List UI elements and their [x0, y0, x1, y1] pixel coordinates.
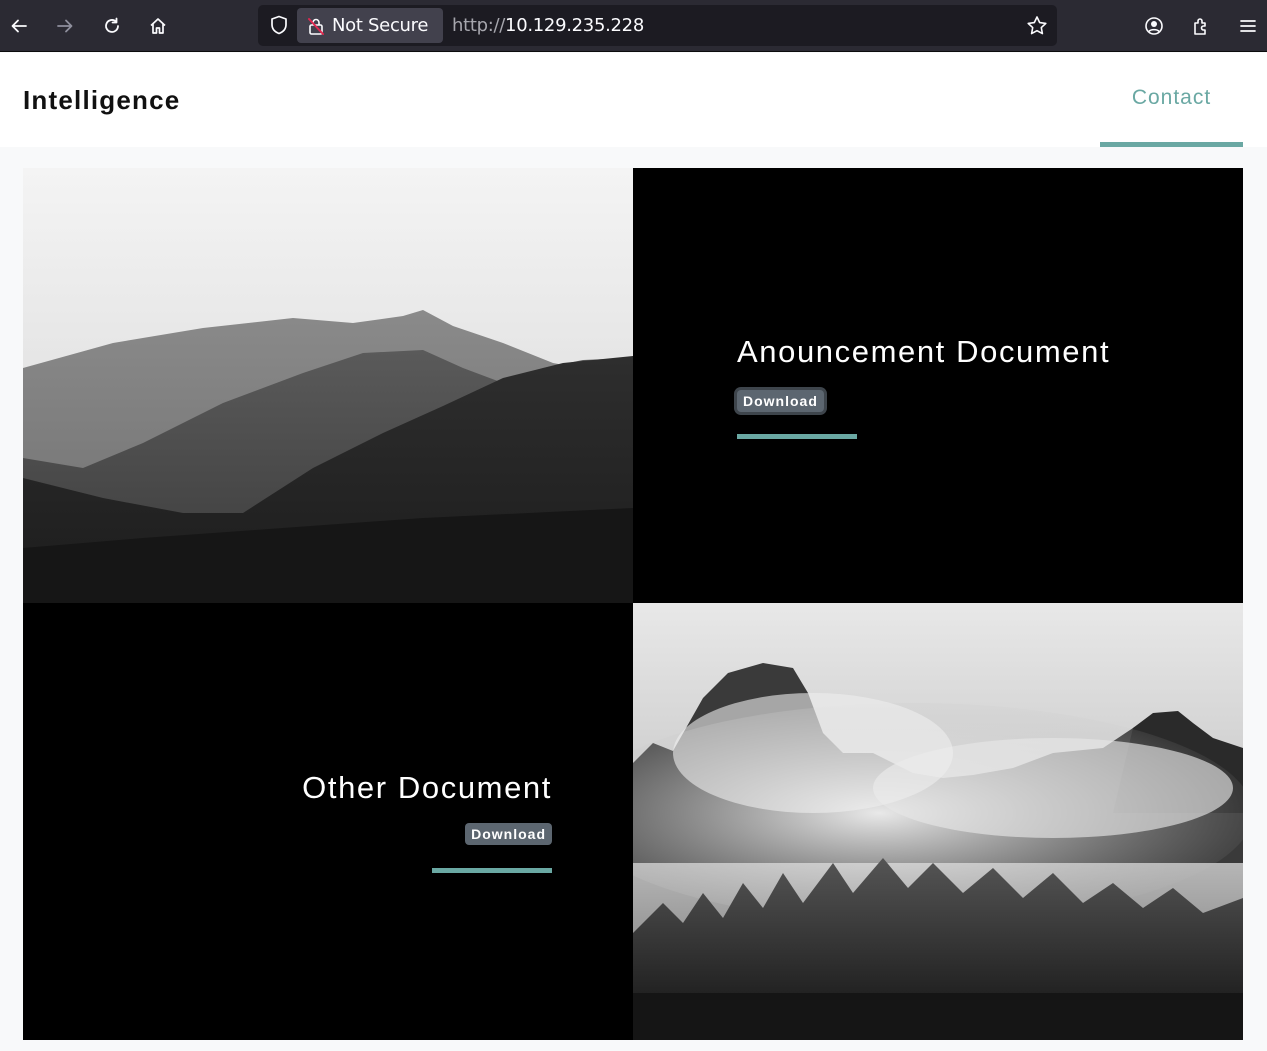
site-security-indicator[interactable]: Not Secure — [297, 8, 443, 43]
download-button[interactable]: Download — [465, 823, 552, 845]
lock-icon — [308, 17, 324, 35]
account-icon[interactable] — [1138, 10, 1170, 42]
document-grid: Anouncement Document Download Other Docu… — [23, 168, 1243, 1040]
document-title: Anouncement Document — [737, 334, 1111, 369]
nav-contact-link[interactable]: Contact — [1100, 53, 1243, 147]
back-icon[interactable] — [3, 10, 35, 42]
document-title: Other Document — [302, 770, 552, 805]
site-brand[interactable]: Intelligence — [23, 85, 180, 116]
bookmark-star-icon[interactable] — [1025, 14, 1049, 38]
other-document: Other Document Download — [302, 770, 552, 873]
accent-divider — [432, 868, 552, 873]
home-icon[interactable] — [142, 10, 174, 42]
accent-divider — [737, 434, 857, 439]
foggy-mountain-image — [633, 603, 1243, 1040]
mountain-ridges-image — [23, 168, 633, 603]
extensions-icon[interactable] — [1185, 10, 1217, 42]
site-header: Intelligence Contact — [0, 53, 1267, 147]
menu-icon[interactable] — [1232, 10, 1264, 42]
url-text[interactable]: http://10.129.235.228 — [452, 15, 644, 36]
browser-toolbar: Not Secure http://10.129.235.228 — [0, 0, 1267, 52]
security-label: Not Secure — [332, 15, 429, 36]
shield-icon[interactable] — [268, 14, 290, 36]
other-document-panel: Other Document Download — [23, 603, 633, 1040]
url-bar[interactable]: Not Secure http://10.129.235.228 — [258, 5, 1057, 46]
reload-icon[interactable] — [96, 10, 128, 42]
announcement-document: Anouncement Document Download — [737, 334, 1110, 439]
download-button[interactable]: Download — [737, 390, 824, 412]
announcement-panel: Anouncement Document Download — [633, 168, 1243, 603]
forward-icon[interactable] — [49, 10, 81, 42]
